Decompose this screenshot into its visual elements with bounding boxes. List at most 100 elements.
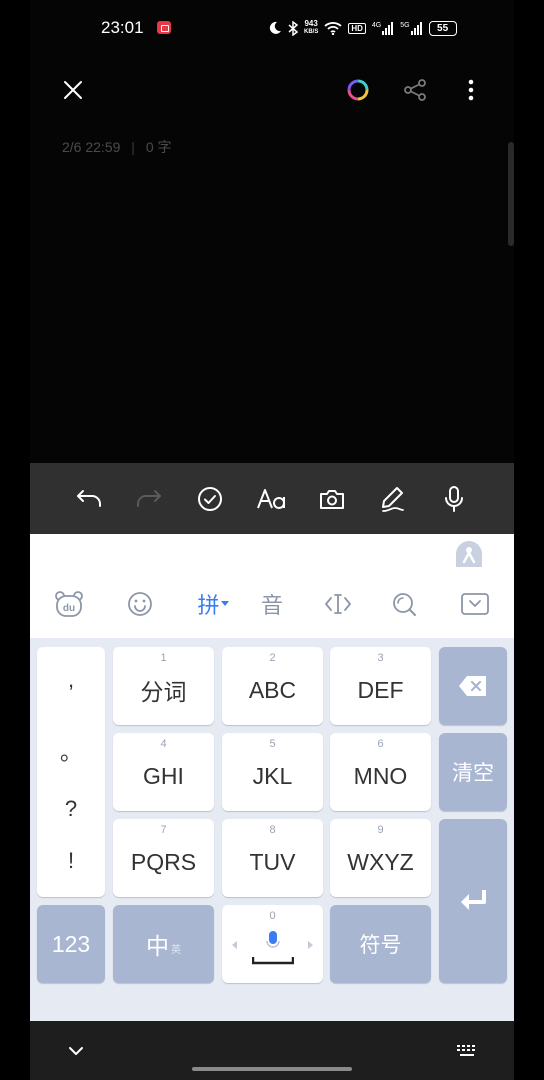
close-icon — [64, 81, 82, 99]
keyboard-icon — [457, 1045, 475, 1056]
backspace-icon — [459, 676, 486, 696]
dropdown-triangle-icon — [220, 601, 229, 606]
moon-icon — [269, 21, 281, 34]
key-number: 4 — [160, 738, 167, 750]
pinyin-layout-button[interactable]: 拼 — [190, 586, 236, 622]
key-8-tuv[interactable]: 8 TUV — [222, 819, 323, 897]
battery-indicator: 55 — [428, 20, 457, 36]
number-mode-key[interactable]: 123 — [37, 905, 105, 983]
share-button[interactable] — [395, 70, 435, 110]
key-4-ghi[interactable]: 4 GHI — [113, 733, 214, 811]
keyboard-assistant-button[interactable] — [454, 540, 484, 568]
more-options-button[interactable] — [451, 70, 491, 110]
collapse-keyboard-button[interactable] — [64, 1041, 88, 1061]
hd-badge: HD — [348, 22, 366, 34]
key-label: DEF — [357, 676, 404, 703]
enter-icon — [461, 890, 486, 910]
checklist-button[interactable] — [188, 477, 232, 521]
camera-button[interactable] — [310, 477, 354, 521]
hide-keyboard-button[interactable] — [455, 586, 495, 622]
key-6-mno[interactable]: 6 MNO — [330, 733, 431, 811]
net-speed-unit: KB/S — [304, 29, 319, 35]
key-9-wxyz[interactable]: 9 WXYZ — [330, 819, 431, 897]
yin-button[interactable]: 音 — [252, 586, 292, 622]
key-label: TUV — [249, 848, 296, 875]
key-label: 分词 — [140, 679, 187, 705]
sim1-label: 4G — [371, 21, 382, 29]
undo-icon — [77, 490, 101, 507]
editor-toolbar — [30, 463, 514, 534]
sim2-signal: 5G — [400, 21, 422, 35]
key-5-jkl[interactable]: 5 JKL — [222, 733, 323, 811]
bear-logo-icon: du — [55, 591, 83, 617]
wifi-icon — [324, 22, 342, 35]
mic-icon — [445, 486, 463, 512]
key-2-abc[interactable]: 2 ABC — [222, 647, 323, 725]
lang-sub-label: 英 — [171, 944, 181, 956]
handwriting-button[interactable] — [371, 477, 415, 521]
emoji-button[interactable] — [120, 586, 160, 622]
right-arrow-icon — [308, 941, 313, 949]
key-number: 2 — [269, 652, 276, 664]
net-speed-value: 943 — [304, 19, 318, 28]
keyboard-collapse-icon — [461, 593, 489, 615]
search-icon — [393, 593, 416, 616]
note-editor[interactable] — [30, 170, 508, 460]
switch-keyboard-button[interactable] — [454, 1041, 480, 1061]
punct-exclamation-key[interactable]: ! — [37, 848, 105, 874]
camera-icon — [320, 490, 344, 509]
scrollbar[interactable] — [508, 142, 514, 246]
enter-key[interactable] — [439, 819, 507, 983]
redo-icon — [137, 490, 161, 507]
pinyin-label: 拼 — [197, 593, 220, 618]
pen-icon — [382, 487, 404, 512]
space-voice-key[interactable]: 0 — [222, 905, 323, 983]
chevron-down-icon — [69, 1046, 83, 1055]
check-circle-icon — [198, 487, 222, 511]
text-format-button[interactable] — [250, 477, 294, 521]
net-speed: 943 KB/S — [304, 20, 318, 36]
punct-period-key[interactable]: 。 — [37, 735, 105, 767]
status-time: 23:01 — [101, 18, 144, 37]
key-3-def[interactable]: 3 DEF — [330, 647, 431, 725]
key-7-pqrs[interactable]: 7 PQRS — [113, 819, 214, 897]
symbols-key[interactable]: 符号 — [330, 905, 431, 983]
key-number: 6 — [377, 738, 384, 750]
sim1-signal: 4G — [371, 21, 394, 35]
home-indicator[interactable] — [192, 1067, 352, 1071]
share-icon — [404, 79, 426, 101]
lang-switch-key[interactable]: 中 英 — [113, 905, 214, 983]
punct-question-key[interactable]: ? — [37, 796, 105, 822]
key-label: WXYZ — [347, 848, 414, 875]
left-arrow-icon — [232, 941, 237, 949]
key-label: JKL — [252, 762, 293, 789]
key-number: 7 — [160, 824, 167, 836]
voice-input-button[interactable] — [432, 477, 476, 521]
cursor-button[interactable] — [318, 586, 358, 622]
undo-button[interactable] — [67, 477, 111, 521]
close-button[interactable] — [53, 70, 93, 110]
key-number: 3 — [377, 652, 384, 664]
search-button[interactable] — [384, 586, 424, 622]
key-number: 0 — [269, 910, 276, 922]
theme-color-button[interactable] — [338, 70, 378, 110]
key-label: ABC — [248, 676, 297, 703]
lang-label: 中 — [146, 933, 169, 959]
signal-bars-icon — [410, 21, 422, 35]
screen-record-icon — [157, 21, 171, 34]
keyboard-logo-button[interactable]: du — [49, 586, 89, 622]
key-1-segment[interactable]: 1 分词 — [113, 647, 214, 725]
word-count: 0 字 — [145, 139, 172, 155]
clear-key[interactable]: 清空 — [439, 733, 507, 811]
key-label: GHI — [143, 762, 184, 789]
status-icons: 943 KB/S HD 4G 5G 55 — [268, 18, 457, 38]
meta-divider: | — [131, 139, 135, 155]
text-format-icon — [257, 489, 285, 509]
key-number: 5 — [269, 738, 276, 750]
key-label: MNO — [353, 762, 408, 789]
punct-comma-key[interactable]: , — [37, 667, 105, 693]
du-logo-text: du — [63, 603, 75, 614]
redo-button[interactable] — [127, 477, 171, 521]
backspace-key[interactable] — [439, 647, 507, 725]
emoji-icon — [128, 592, 152, 616]
